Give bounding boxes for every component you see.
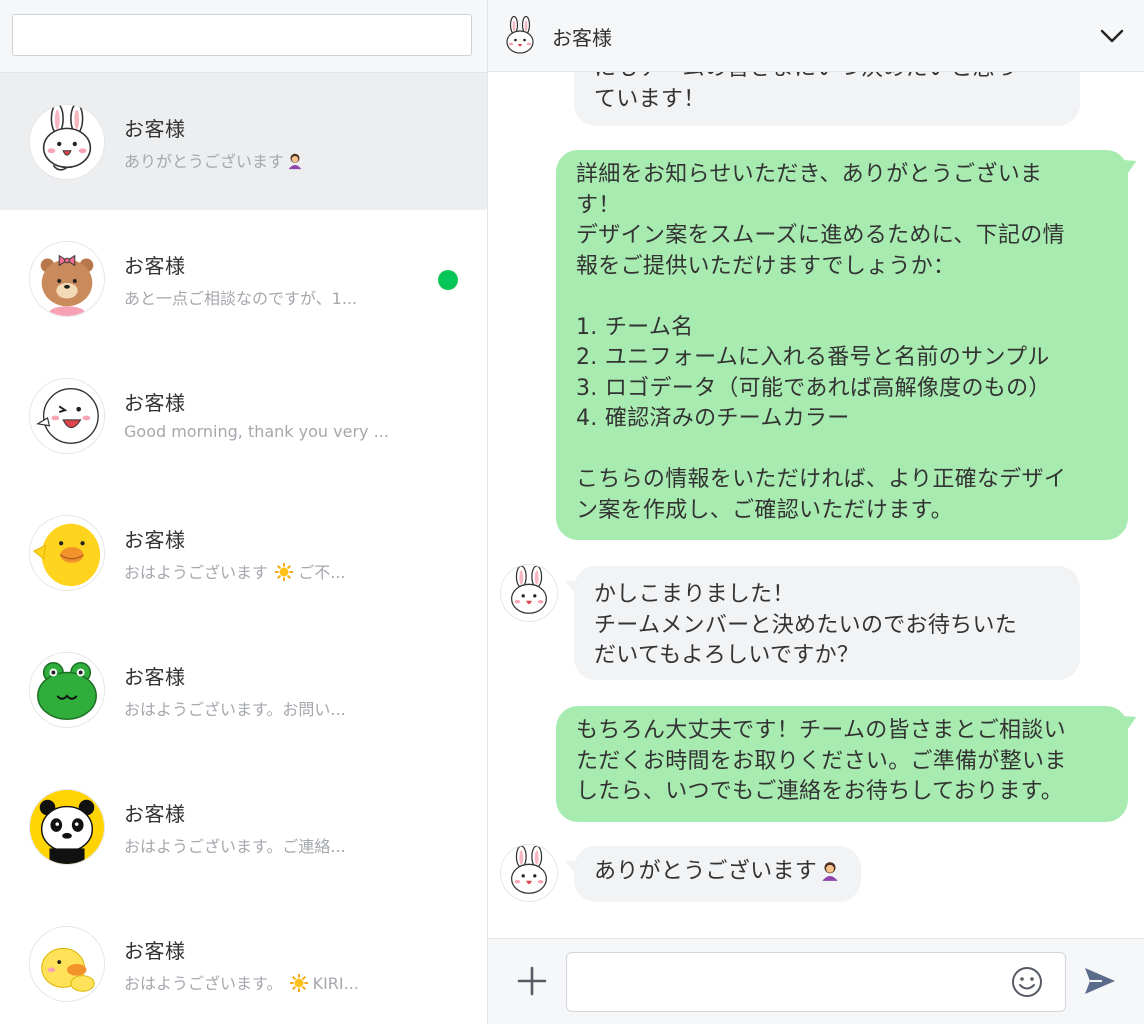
chat-list: お客様 ありがとうございます お客様 あと一点ご相談なのですが、1... お客様… bbox=[0, 73, 487, 1002]
chat-name: お客様 bbox=[124, 117, 186, 141]
person-bowing-emoji-icon bbox=[288, 153, 302, 170]
conversation-header: お客様 bbox=[488, 0, 1144, 72]
chat-list-item[interactable]: お客様 Good morning, thank you very ... bbox=[0, 347, 487, 484]
sally-chick-icon bbox=[29, 515, 105, 591]
chevron-down-icon[interactable] bbox=[1098, 22, 1126, 50]
chat-list-item[interactable]: お客様 おはようございます ご不... bbox=[0, 484, 487, 621]
outgoing-message-bubble: 詳細をお知らせいただき、ありがとうございま す！ デザイン案をスムーズに進めるた… bbox=[556, 150, 1128, 540]
chat-list-item[interactable]: お客様 おはようございます。ご連絡... bbox=[0, 758, 487, 895]
chat-name: お客様 bbox=[124, 939, 186, 963]
sun-emoji-icon bbox=[289, 974, 308, 992]
incoming-message-bubble: かしこまりました！ チームメンバーと決めたいのでお待ちいた だいてもよろしいです… bbox=[574, 566, 1080, 680]
incoming-message-bubble: ありがとうございます bbox=[574, 846, 862, 902]
message-input[interactable] bbox=[566, 952, 1066, 1012]
chat-list-item[interactable]: お客様 おはようございます。 KIRI... bbox=[0, 895, 487, 1024]
chat-name: お客様 bbox=[124, 665, 186, 689]
chat-preview: おはようございます。 KIRI... bbox=[124, 974, 359, 993]
smiley-icon[interactable] bbox=[1010, 965, 1044, 999]
chat-preview: あと一点ご相談なのですが、1... bbox=[124, 289, 358, 308]
chat-name: お客様 bbox=[124, 254, 186, 278]
chat-preview: Good morning, thank you very ... bbox=[124, 422, 389, 441]
search-input[interactable] bbox=[12, 14, 472, 56]
cony-rabbit-icon bbox=[29, 104, 105, 180]
cony-rabbit-icon bbox=[500, 564, 558, 622]
brown-bear-bow-icon bbox=[29, 241, 105, 317]
leonard-frog-icon bbox=[29, 652, 105, 728]
duck-chick-icon bbox=[29, 926, 105, 1002]
chat-name: お客様 bbox=[124, 528, 186, 552]
unread-badge bbox=[438, 270, 458, 290]
chat-app: お客様 ありがとうございます お客様 あと一点ご相談なのですが、1... お客様… bbox=[0, 0, 1144, 1024]
cony-rabbit-icon bbox=[500, 844, 558, 902]
message-list: にもチームの皆さまにいつ決めたいと思っ ています！ 詳細をお知らせいただき、あり… bbox=[488, 72, 1144, 938]
chat-list-item[interactable]: お客様 あと一点ご相談なのですが、1... bbox=[0, 210, 487, 347]
chat-list-pane: お客様 ありがとうございます お客様 あと一点ご相談なのですが、1... お客様… bbox=[0, 0, 488, 1024]
person-bowing-emoji-icon bbox=[822, 862, 838, 881]
sun-emoji-icon bbox=[275, 563, 294, 581]
chat-name: お客様 bbox=[124, 802, 186, 826]
chat-list-item[interactable]: お客様 ありがとうございます bbox=[0, 73, 487, 210]
conversation-pane: お客様 にもチームの皆さまにいつ決めたいと思っ ています！ 詳細をお知らせいただ… bbox=[488, 0, 1144, 1024]
message-composer bbox=[488, 938, 1144, 1024]
incoming-message-bubble: にもチームの皆さまにいつ決めたいと思っ ています！ bbox=[574, 72, 1080, 126]
chat-list-item[interactable]: お客様 おはようございます。お問い... bbox=[0, 621, 487, 758]
outgoing-message-bubble: もちろん大丈夫です！チームの皆さまとご相談い ただくお時間をお取りください。ご準… bbox=[556, 706, 1128, 822]
chat-list-header bbox=[0, 0, 487, 73]
chat-preview: ありがとうございます bbox=[124, 148, 389, 172]
panda-icon bbox=[29, 789, 105, 865]
chat-name: お客様 bbox=[124, 391, 186, 415]
plus-icon[interactable] bbox=[516, 965, 548, 997]
send-icon[interactable] bbox=[1082, 963, 1118, 999]
chat-preview: おはようございます ご不... bbox=[124, 563, 346, 582]
cony-rabbit-icon bbox=[506, 16, 534, 54]
chat-preview: おはようございます。お問い... bbox=[124, 700, 346, 719]
conversation-title: お客様 bbox=[552, 26, 612, 50]
moon-character-icon bbox=[29, 378, 105, 454]
chat-preview: おはようございます。ご連絡... bbox=[124, 837, 346, 856]
